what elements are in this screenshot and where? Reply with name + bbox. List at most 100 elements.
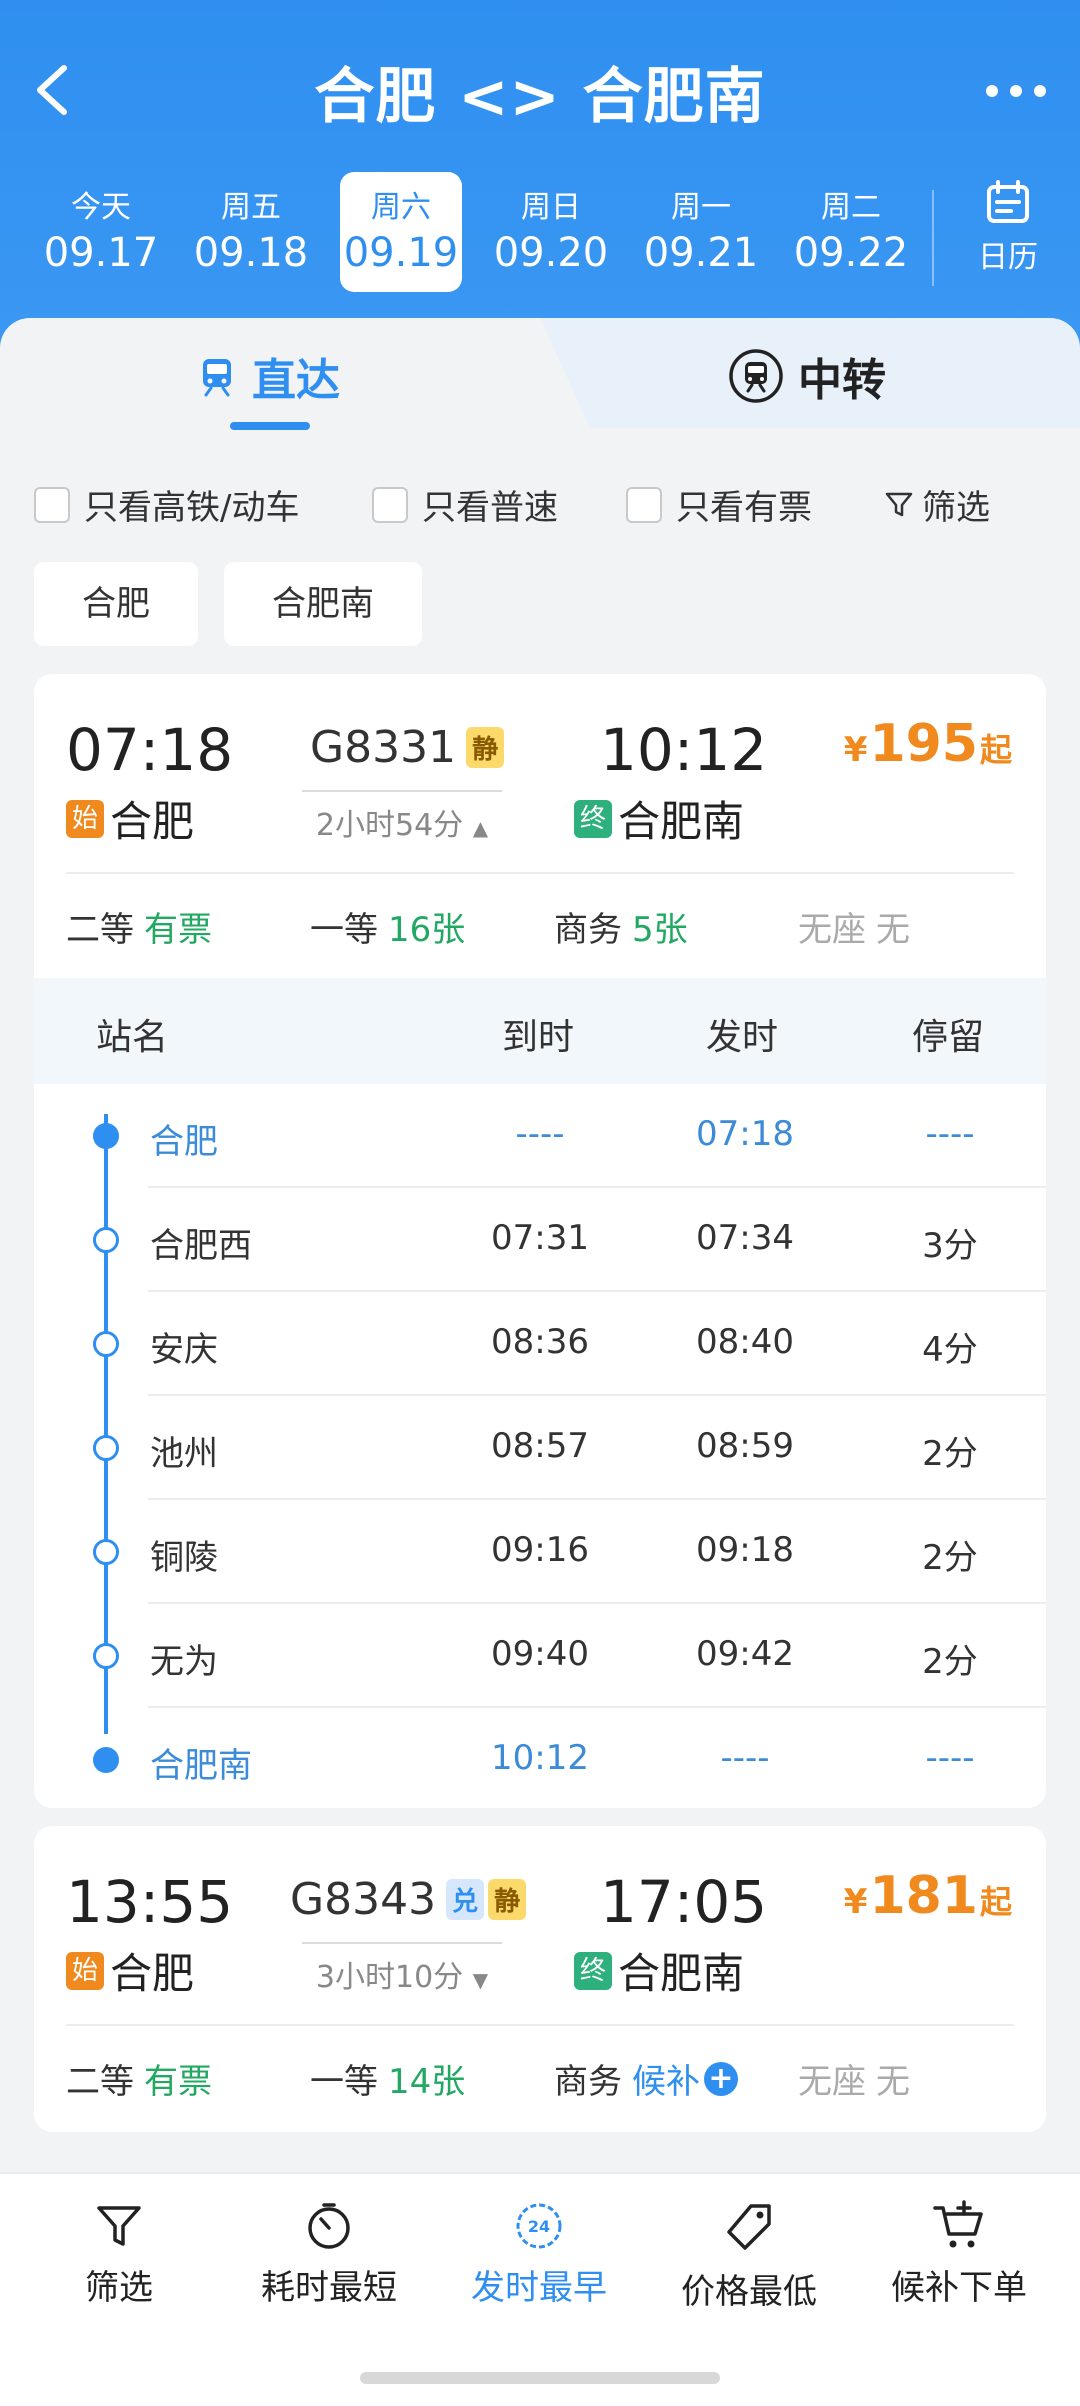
date-item-0922[interactable]: 周二 09.22 <box>790 172 912 292</box>
date-item-0918[interactable]: 周五 09.18 <box>190 172 312 292</box>
date-item-0917[interactable]: 今天 09.17 <box>40 172 162 292</box>
date-value: 09.22 <box>793 230 909 276</box>
stop-row: 池州 08:57 08:59 2分 <box>34 1396 1046 1500</box>
transfer-icon <box>729 349 783 403</box>
tab-transfer[interactable]: 中转 <box>728 346 886 406</box>
date-strip: 今天 09.17 周五 09.18 周六 09.19 周日 09.20 周一 0… <box>0 170 1080 300</box>
arrival-time: 10:12 <box>600 716 768 784</box>
seat-class: 商务 <box>554 910 622 950</box>
seat-second-class: 二等 有票 <box>66 902 212 951</box>
checkbox-label: 只看有票 <box>676 488 812 528</box>
departure-station-name: 合肥 <box>110 1949 195 1998</box>
cart-plus-icon <box>933 2200 983 2248</box>
departure-station-name: 合肥 <box>110 797 195 846</box>
seat-status: 无 <box>876 2062 910 2102</box>
sort-shortest-button[interactable]: 耗时最短 <box>234 2200 424 2309</box>
departure-station: 始 合肥 <box>66 788 194 849</box>
stop-depart: 07:34 <box>696 1218 794 1258</box>
filter-label: 筛选 <box>922 488 990 528</box>
date-weekday: 今天 <box>71 190 131 225</box>
seat-availability: 二等 有票 一等 16张 商务 5张 无座 无 <box>66 896 1026 956</box>
train-card[interactable]: 13:55 G8343 兑 静 3小时10分 ▼ 17:05 ¥ 181 起 始… <box>34 1826 1046 2132</box>
toolbar-filter-button[interactable]: 筛选 <box>24 2200 214 2309</box>
plus-circle-icon[interactable]: + <box>704 2061 738 2096</box>
waitlist-order-button[interactable]: 候补下单 <box>864 2200 1054 2309</box>
toolbar-label: 发时最早 <box>471 2268 607 2308</box>
price-suffix: 起 <box>979 1883 1012 1921</box>
date-weekday: 周二 <box>821 190 881 225</box>
station-tag-hefeinan[interactable]: 合肥南 <box>224 562 422 646</box>
seat-status: 5张 <box>632 910 688 950</box>
sort-cheapest-button[interactable]: 价格最低 <box>654 2200 844 2313</box>
stop-depart: 09:42 <box>696 1634 794 1674</box>
stop-name: 安庆 <box>150 1330 218 1370</box>
normal-only-checkbox[interactable]: 只看普速 <box>372 480 558 529</box>
more-button[interactable] <box>976 66 1056 116</box>
seat-business[interactable]: 商务 候补 + <box>554 2054 738 2103</box>
tab-direct[interactable]: 直达 <box>196 346 340 406</box>
divider <box>66 2024 1014 2026</box>
stop-dot <box>93 1123 119 1149</box>
price-value: 195 <box>869 714 978 774</box>
duration[interactable]: 2小时54分 ▲ <box>302 790 502 844</box>
seat-class: 一等 <box>310 910 378 950</box>
col-depart: 发时 <box>706 1017 779 1058</box>
seat-second-class: 二等 有票 <box>66 2054 212 2103</box>
price-tag-icon <box>727 2204 771 2250</box>
seat-availability: 二等 有票 一等 14张 商务 候补 + 无座 无 <box>66 2048 1026 2108</box>
arrival-station: 终 合肥南 <box>574 1940 744 2001</box>
clock-24-icon: 24 <box>516 2203 562 2249</box>
stop-name: 合肥 <box>150 1122 218 1162</box>
departure-time: 13:55 <box>66 1868 234 1936</box>
col-station: 站名 <box>96 1017 169 1058</box>
available-only-checkbox[interactable]: 只看有票 <box>626 480 812 529</box>
station-tag-hefei[interactable]: 合肥 <box>34 562 198 646</box>
price-currency: ¥ <box>843 1882 868 1922</box>
train-number: G8343 兑 静 <box>290 1874 527 1925</box>
stop-depart: 09:18 <box>696 1530 794 1570</box>
high-speed-only-checkbox[interactable]: 只看高铁/动车 <box>34 480 299 529</box>
calendar-button[interactable]: 日历 <box>950 178 1066 288</box>
price-currency: ¥ <box>843 730 868 770</box>
end-tag: 终 <box>574 1951 612 1990</box>
stop-row: 无为 09:40 09:42 2分 <box>34 1604 1046 1708</box>
filter-button[interactable]: 筛选 <box>884 480 990 529</box>
date-weekday: 周一 <box>671 190 731 225</box>
date-item-0919-selected[interactable]: 周六 09.19 <box>340 172 462 292</box>
price: ¥ 195 起 <box>844 714 1012 774</box>
stop-row: 铜陵 09:16 09:18 2分 <box>34 1500 1046 1604</box>
seat-status: 有票 <box>144 2062 212 2102</box>
arrival-station-name: 合肥南 <box>618 1949 745 1998</box>
duration-text: 2小时54分 <box>315 808 464 843</box>
stop-arrive: 08:36 <box>491 1322 589 1362</box>
seat-standing: 无座 无 <box>798 902 910 951</box>
toolbar-label: 耗时最短 <box>261 2268 397 2308</box>
price-value: 181 <box>869 1866 978 1926</box>
stop-depart: 08:40 <box>696 1322 794 1362</box>
funnel-icon <box>97 2206 141 2246</box>
stop-dot <box>93 1747 119 1773</box>
seat-class: 一等 <box>310 2062 378 2102</box>
date-item-0921[interactable]: 周一 09.21 <box>640 172 762 292</box>
stop-depart: 07:18 <box>696 1114 794 1154</box>
stops-table-header: 站名 到时 发时 停留 <box>34 978 1046 1084</box>
arrival-time: 17:05 <box>600 1868 768 1936</box>
divider <box>932 190 934 286</box>
checkbox-label: 只看高铁/动车 <box>84 488 300 528</box>
svg-text:24: 24 <box>528 2217 550 2236</box>
stop-name: 合肥南 <box>150 1746 252 1786</box>
train-card[interactable]: 07:18 G8331 静 2小时54分 ▲ 10:12 ¥ 195 起 始 合… <box>34 674 1046 1808</box>
seat-status: 有票 <box>144 910 212 950</box>
more-icon <box>986 85 1046 97</box>
stop-stay: ---- <box>925 1114 975 1154</box>
stop-dot <box>93 1331 119 1357</box>
price: ¥ 181 起 <box>844 1866 1012 1926</box>
seat-status: 候补 <box>632 2062 700 2102</box>
date-item-0920[interactable]: 周日 09.20 <box>490 172 612 292</box>
quiet-car-badge: 静 <box>488 1879 527 1920</box>
sort-earliest-button[interactable]: 24 发时最早 <box>444 2200 634 2309</box>
seat-status: 16张 <box>388 910 466 950</box>
tab-direct-label: 直达 <box>252 355 340 406</box>
duration[interactable]: 3小时10分 ▼ <box>302 1942 502 1996</box>
toolbar-label: 价格最低 <box>681 2272 817 2312</box>
